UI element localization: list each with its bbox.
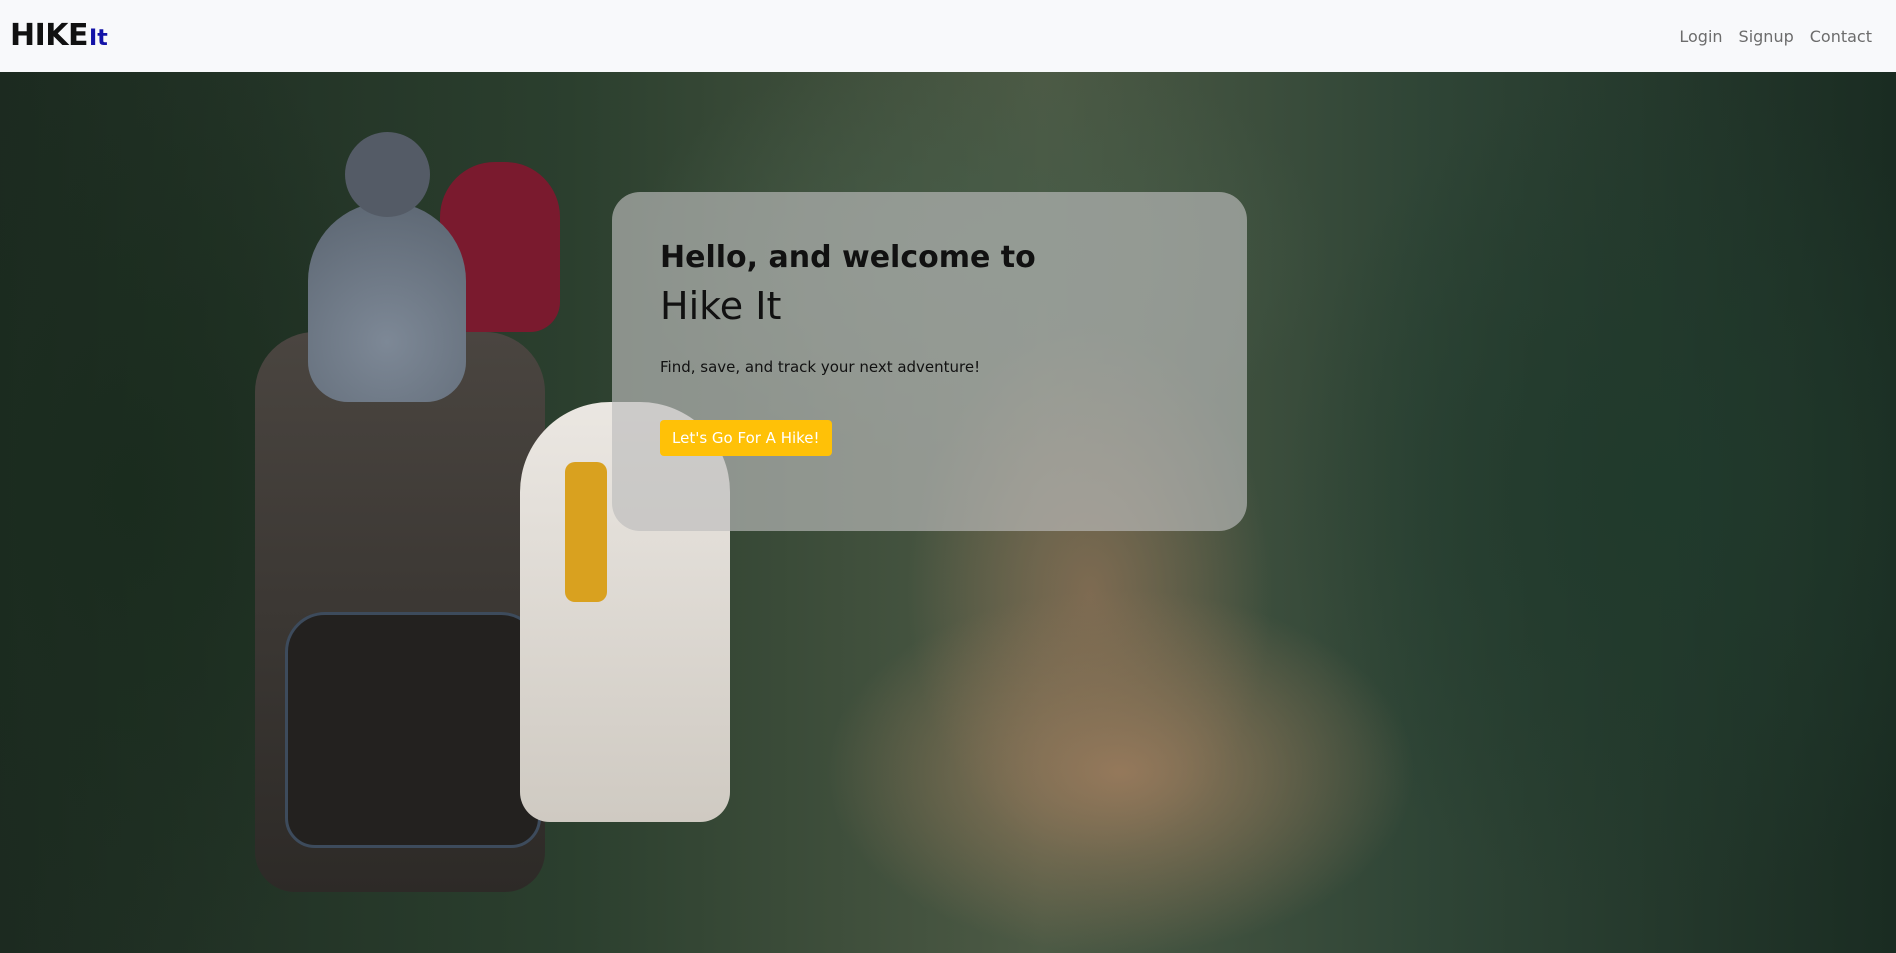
brand-main-text: HIKE — [10, 18, 89, 53]
welcome-card: Hello, and welcome to Hike It Find, save… — [612, 192, 1247, 531]
top-navbar: HIKE It Login Signup Contact — [0, 0, 1896, 72]
hero-photo-child-hat — [308, 202, 466, 402]
hero-photo-strap — [565, 462, 607, 602]
hero-background-image: Hello, and welcome to Hike It Find, save… — [0, 72, 1896, 953]
go-hike-button[interactable]: Let's Go For A Hike! — [660, 419, 832, 456]
hero-photo-child-pompom — [345, 132, 430, 217]
welcome-tagline: Find, save, and track your next adventur… — [660, 357, 981, 376]
nav-link-contact[interactable]: Contact — [1810, 27, 1872, 46]
nav-link-login[interactable]: Login — [1679, 27, 1722, 46]
welcome-title: Hike It — [660, 284, 782, 328]
welcome-line: Hello, and welcome to — [660, 240, 1036, 275]
nav-link-signup[interactable]: Signup — [1739, 27, 1794, 46]
brand-logo[interactable]: HIKE It — [10, 21, 108, 51]
nav-links: Login Signup Contact — [1679, 27, 1886, 46]
brand-accent-text: It — [89, 26, 108, 51]
hero-photo-backpack-frame — [285, 612, 541, 848]
